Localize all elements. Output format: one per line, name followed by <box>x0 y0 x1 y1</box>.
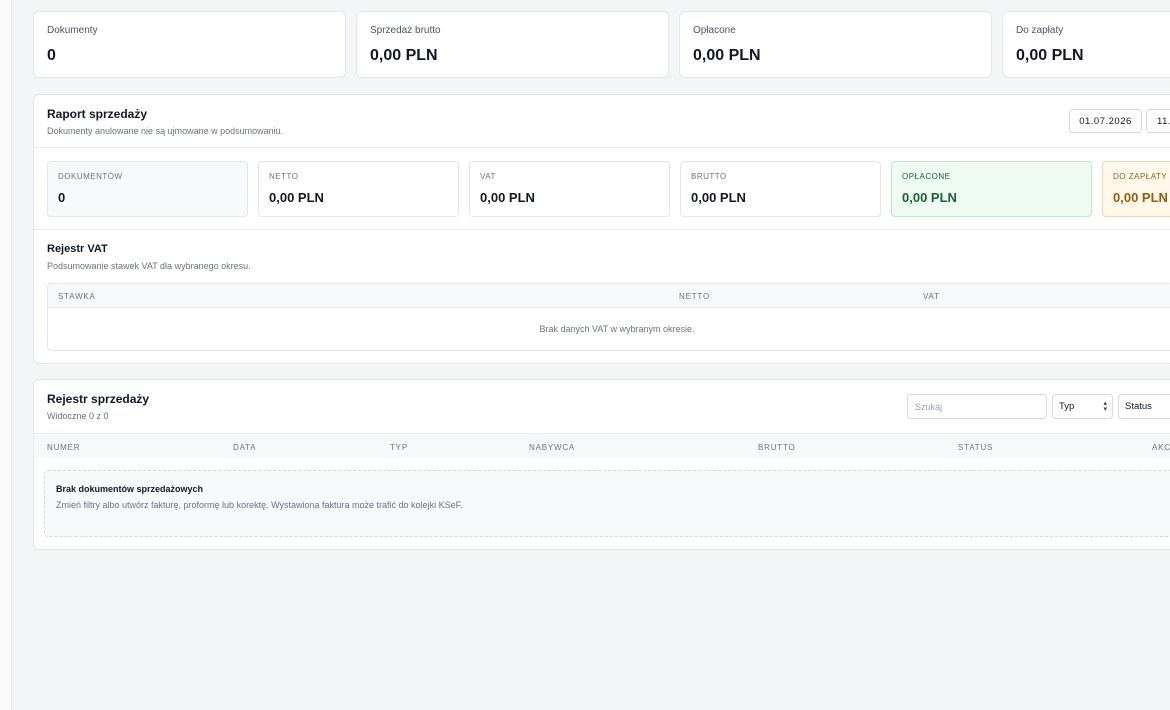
metric-label: DOKUMENTÓW <box>58 172 123 181</box>
summary-card-due: Do zapłaty 0,00 PLN <box>1002 11 1170 78</box>
summary-card-paid: Opłacone 0,00 PLN <box>679 11 992 78</box>
metric-label: DO ZAPŁATY <box>1113 172 1168 181</box>
metric-label: NETTO <box>269 172 299 181</box>
type-filter-select[interactable]: Typ ▴ ▾ <box>1052 394 1113 419</box>
status-filter-select[interactable]: Status <box>1118 394 1170 419</box>
summary-card-gross-sales: Sprzedaż brutto 0,00 PLN <box>356 11 669 78</box>
summary-card-label: Do zapłaty <box>1016 25 1064 36</box>
type-filter-value: Typ <box>1059 401 1075 412</box>
sales-report-panel: Raport sprzedaży Dokumenty anulowane nie… <box>33 94 1170 364</box>
divider <box>34 229 1170 230</box>
sidebar-rail <box>0 0 12 710</box>
metric-label: VAT <box>480 172 496 181</box>
report-subtitle: Dokumenty anulowane nie są ujmowane w po… <box>47 126 284 136</box>
registry-empty-state: Brak dokumentów sprzedażowych Zmień filt… <box>44 470 1170 537</box>
metric-label: OPŁACONE <box>902 172 951 181</box>
metric-net: NETTO 0,00 PLN <box>258 161 459 217</box>
metric-label: BRUTTO <box>691 172 727 181</box>
metric-value: 0,00 PLN <box>480 190 535 205</box>
metric-value: 0,00 PLN <box>691 190 746 205</box>
vat-register-title: Rejestr VAT <box>47 243 108 255</box>
column-header-net: NETTO <box>679 292 710 301</box>
vat-table-header: STAWKA NETTO VAT <box>48 284 1170 308</box>
metric-value: 0,00 PLN <box>902 190 957 205</box>
registry-title: Rejestr sprzedaży <box>47 392 150 406</box>
vat-register-subtitle: Podsumowanie stawek VAT dla wybranego ok… <box>47 261 251 271</box>
column-header-vat: VAT <box>923 292 940 301</box>
sales-registry-panel: Rejestr sprzedaży Widoczne 0 z 0 Typ ▴▾ … <box>33 379 1170 550</box>
column-header-gross: BRUTTO <box>758 443 796 452</box>
report-title: Raport sprzedaży <box>47 107 148 121</box>
column-header-type: TYP <box>390 443 408 452</box>
date-to-input[interactable]: 11. <box>1146 109 1170 133</box>
date-from-input[interactable]: 01.07.2026 <box>1069 109 1142 133</box>
metric-paid: OPŁACONE 0,00 PLN <box>891 161 1092 217</box>
metric-value: 0,00 PLN <box>269 190 324 205</box>
metric-documents: DOKUMENTÓW 0 <box>47 161 248 217</box>
summary-card-label: Sprzedaż brutto <box>370 25 441 36</box>
empty-state-description: Zmień filtry albo utwórz fakturę, profor… <box>56 500 463 510</box>
metric-value: 0,00 PLN <box>1113 190 1168 205</box>
column-header-status: STATUS <box>958 443 994 452</box>
summary-card-value: 0,00 PLN <box>1016 47 1084 64</box>
divider <box>34 147 1170 148</box>
search-input[interactable] <box>907 394 1047 419</box>
vat-empty-message: Brak danych VAT w wybranym okresie. <box>539 324 695 334</box>
column-header-rate: STAWKA <box>58 292 96 301</box>
summary-card-value: 0,00 PLN <box>693 47 761 64</box>
select-arrows-icon: ▴ ▾ <box>1103 400 1107 413</box>
metric-due: DO ZAPŁATY 0,00 PLN <box>1102 161 1170 217</box>
metric-value: 0 <box>58 190 66 205</box>
registry-count: Widoczne 0 z 0 <box>47 411 109 421</box>
metric-gross: BRUTTO 0,00 PLN <box>680 161 881 217</box>
column-header-actions: AKCJE <box>1152 443 1170 452</box>
summary-card-value: 0 <box>47 47 56 64</box>
registry-table-header: NUMER DATA TYP NABYWCA BRUTTO STATUS AKC… <box>34 433 1170 458</box>
vat-table: STAWKA NETTO VAT Brak danych VAT w wybra… <box>47 283 1170 351</box>
column-header-number: NUMER <box>47 443 81 452</box>
summary-card-label: Dokumenty <box>47 25 98 36</box>
column-header-buyer: NABYWCA <box>529 443 576 452</box>
column-header-date: DATA <box>233 443 257 452</box>
status-filter-value: Status <box>1125 401 1152 412</box>
empty-state-title: Brak dokumentów sprzedażowych <box>56 484 204 494</box>
summary-card-documents: Dokumenty 0 <box>33 11 346 78</box>
summary-card-value: 0,00 PLN <box>370 47 438 64</box>
metric-vat: VAT 0,00 PLN <box>469 161 670 217</box>
summary-card-label: Opłacone <box>693 25 736 36</box>
